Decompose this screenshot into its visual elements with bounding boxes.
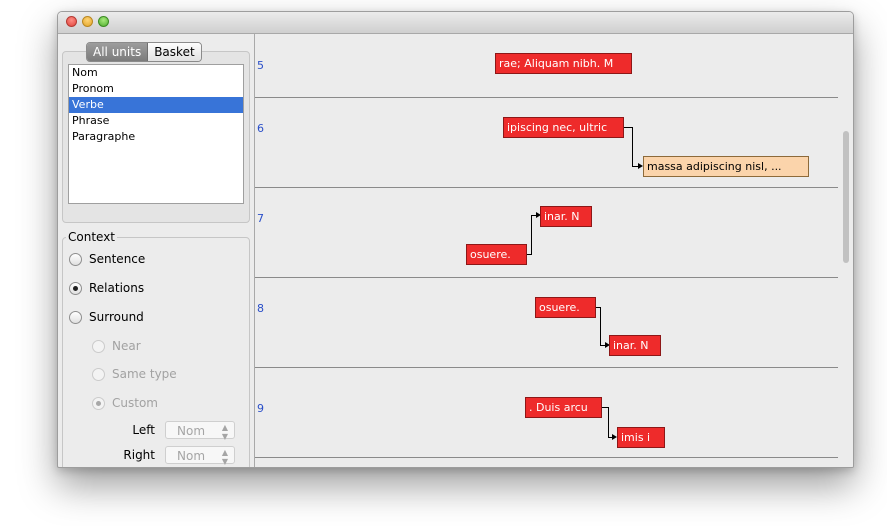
relations-label: Relations: [89, 281, 145, 295]
near-label: Near: [112, 339, 141, 353]
list-item-phrase[interactable]: Phrase: [69, 113, 243, 129]
sentence-radio[interactable]: [69, 252, 82, 266]
close-window-button[interactable]: [66, 16, 77, 27]
vertical-scrollbar[interactable]: [839, 34, 853, 467]
relation-line: [600, 307, 601, 346]
up-down-arrows-icon: ▲ ▼: [221, 448, 228, 466]
sentence-label: Sentence: [89, 252, 146, 266]
relation-line: [624, 127, 632, 128]
same-type-radio: [92, 367, 105, 381]
relation-line: [632, 127, 633, 167]
left-select-value: Nom: [177, 424, 206, 438]
surround-label: Surround: [89, 310, 144, 324]
zoom-window-button[interactable]: [98, 16, 109, 27]
list-item-paragraphe[interactable]: Paragraphe: [69, 129, 243, 145]
surround-radio[interactable]: [69, 310, 82, 324]
minimize-window-button[interactable]: [82, 16, 93, 27]
section-7: 7 osuere. inar. N: [255, 188, 838, 278]
unit-box[interactable]: rae; Aliquam nibh. M: [495, 53, 632, 74]
custom-label: Custom: [112, 396, 158, 410]
right-select-value: Nom: [177, 449, 206, 463]
tab-all-units[interactable]: All units: [87, 43, 149, 61]
list-item-verbe[interactable]: Verbe: [69, 97, 243, 113]
unit-box[interactable]: ipiscing nec, ultric: [503, 117, 624, 138]
near-radio: [92, 339, 105, 353]
up-down-arrows-icon: ▲ ▼: [221, 423, 228, 441]
title-bar: [58, 12, 853, 34]
left-select-row: Left Nom ▲ ▼: [132, 420, 235, 441]
section-number: 6: [257, 122, 264, 135]
context-group: Context Sentence Relations Surround Near…: [62, 230, 250, 467]
unit-box[interactable]: inar. N: [609, 335, 661, 356]
sentence-option[interactable]: Sentence: [69, 250, 145, 268]
same-type-option: Same type: [92, 365, 177, 383]
section-number: 9: [257, 402, 264, 415]
relation-line: [531, 215, 532, 255]
section-9: 9 . Duis arcu imis i: [255, 368, 838, 458]
right-select-row: Right Nom ▲ ▼: [123, 445, 235, 466]
left-panel: All units Basket Nom Pronom Verbe Phrase…: [58, 34, 254, 467]
section-6: 6 ipiscing nec, ultric massa adipiscing …: [255, 98, 838, 188]
unit-box[interactable]: massa adipiscing nisl, ...: [643, 156, 809, 177]
relation-line: [608, 407, 609, 438]
list-item-pronom[interactable]: Pronom: [69, 81, 243, 97]
unit-tabs: All units Basket: [86, 42, 202, 62]
right-select: Nom ▲ ▼: [165, 446, 235, 466]
app-window: All units Basket Nom Pronom Verbe Phrase…: [57, 11, 854, 468]
left-select: Nom ▲ ▼: [165, 421, 235, 441]
concordance-view: 5 rae; Aliquam nibh. M 6 ipiscing nec, u…: [254, 34, 853, 467]
unit-box[interactable]: osuere.: [535, 297, 596, 318]
unit-box[interactable]: inar. N: [540, 206, 592, 227]
section-5: 5 rae; Aliquam nibh. M: [255, 34, 838, 98]
unit-box[interactable]: . Duis arcu: [525, 397, 602, 418]
unit-box[interactable]: imis i: [617, 427, 665, 448]
tab-content: Nom Pronom Verbe Phrase Paragraphe: [62, 51, 250, 223]
unit-type-list[interactable]: Nom Pronom Verbe Phrase Paragraphe: [68, 64, 244, 204]
right-label: Right: [123, 448, 155, 462]
custom-radio: [92, 396, 105, 410]
relations-option[interactable]: Relations: [69, 279, 144, 297]
relations-radio[interactable]: [69, 281, 82, 295]
unit-box[interactable]: osuere.: [466, 244, 527, 265]
near-option: Near: [92, 337, 141, 355]
scrollbar-thumb[interactable]: [843, 131, 849, 263]
surround-option[interactable]: Surround: [69, 308, 144, 326]
section-number: 5: [257, 59, 264, 72]
left-label: Left: [132, 423, 155, 437]
section-number: 8: [257, 302, 264, 315]
tab-basket[interactable]: Basket: [148, 43, 201, 61]
custom-option: Custom: [92, 394, 158, 412]
list-item-nom[interactable]: Nom: [69, 65, 243, 81]
context-legend: Context: [66, 230, 118, 244]
section-8: 8 osuere. inar. N: [255, 278, 838, 368]
same-type-label: Same type: [112, 367, 177, 381]
section-number: 7: [257, 212, 264, 225]
